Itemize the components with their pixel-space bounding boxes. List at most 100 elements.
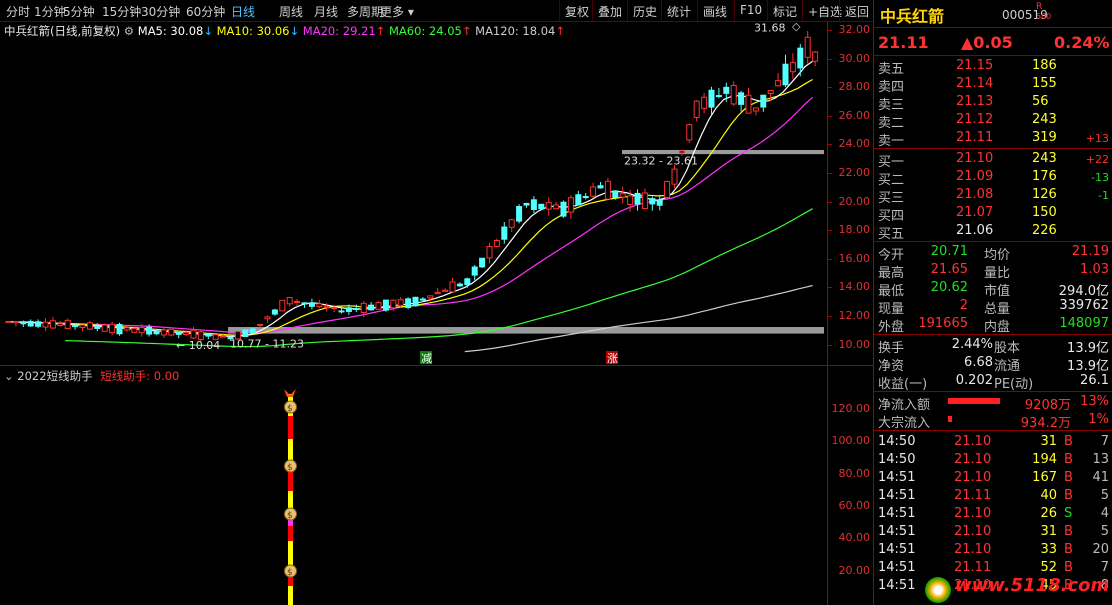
period-tab[interactable]: 多周期 [347,3,383,20]
bid-price: 21.06 [956,223,994,238]
signal-bar [288,491,293,509]
candle-body [701,96,708,109]
divider [874,334,1112,335]
price-tick: 30.00 [838,51,871,65]
candle-body [168,328,175,336]
trade-count: 5 [1100,524,1109,539]
fund-value: 0.202 [955,373,993,388]
toolbar-button[interactable]: 画线 [703,3,727,20]
stat-value: 1.03 [1080,262,1109,277]
toolbar-button[interactable]: 统计 [667,3,691,20]
ma-line [5,60,813,337]
trade-price: 21.10 [954,452,992,467]
collapse-icon[interactable]: ⌄ [4,369,14,383]
indicator-tick: 120.00 [831,402,871,415]
candle-body [693,100,700,118]
period-tab[interactable]: 周线 [279,3,303,20]
candle-body [456,283,463,287]
stat-value: 2 [959,298,968,313]
trade-side: S [1064,506,1073,521]
period-tab[interactable]: 月线 [314,3,338,20]
trade-side: B [1064,488,1073,503]
tick-mark [828,201,832,203]
fund-row: 净资 6.68 流通 13.9亿 [874,354,1112,374]
trade-side: B [1064,524,1073,539]
toolbar-button[interactable]: 叠加 [598,3,622,20]
toolbar-button[interactable]: 复权 [565,3,589,20]
tick-mark [828,173,832,174]
trade-count: 20 [1092,542,1109,557]
divider [874,27,1112,28]
candle-body [775,80,782,87]
bid-price: 21.08 [956,187,994,202]
toolbar-button[interactable]: 返回 [845,3,869,20]
candle-body [604,180,611,200]
candle-body [42,321,49,328]
candle-body [634,192,641,205]
bid-volume: 126 [1032,187,1057,202]
panel-divider [0,365,873,366]
candle-body [64,319,71,329]
stat-row: 最低 20.62 市值 294.0亿 [874,279,1112,299]
toolbar-button[interactable]: 标记 [773,3,797,20]
indicator-tick: 80.00 [838,466,871,480]
period-tab[interactable]: 5分钟 [63,3,95,20]
candle-body [153,330,160,335]
candle-body [575,194,582,206]
toolbar-button[interactable]: F10 [740,3,762,17]
tick-mark [828,30,832,31]
ask-row: 卖五 21.15 186 [874,57,1112,77]
stock-flag: R 500 [1036,3,1051,22]
period-tab[interactable]: 60分钟 [186,3,225,20]
period-tab[interactable]: 1分钟 [34,3,66,20]
period-tab[interactable]: 分时 [6,3,30,20]
candle-body [442,289,449,292]
bid-row: 买五 21.06 226 [874,222,1112,242]
candle-body [338,310,345,313]
tick-mark [828,87,832,89]
candle-body [205,333,212,337]
candle-body [612,190,619,198]
toolbar-separator [734,0,735,21]
period-toolbar: 分时 1分钟 5分钟 15分钟 30分钟 60分钟 日线 周线 月线 多周期 更多 ▾ 复权 叠加 历史统… [0,0,873,22]
period-tab[interactable]: 30分钟 [141,3,180,20]
candle-body [12,321,19,324]
candle-body [649,198,656,205]
ask-label: 卖一 [878,134,905,149]
toolbar-separator [767,0,768,21]
indicator-header: ⌄ 2022短线助手 短线助手: 0.00 [4,368,179,384]
indicator-value: 短线助手: 0.00 [100,369,180,383]
period-tab[interactable]: 15分钟 [102,3,141,20]
stat-value: 21.19 [1071,244,1109,259]
tick-mark [828,258,832,260]
candlestick-chart[interactable]: 31.68 ← 10.04 10.77 - 11.23 23.32 - 23.61 减 涨… [0,21,873,605]
candle-body [560,201,567,217]
money-bag-icon-glyph: $ [287,463,293,473]
candle-body [94,325,101,329]
tick-mark [828,316,832,317]
fund-label: PE(动) [994,377,1034,392]
candle-body [745,94,752,114]
ask-price: 21.13 [956,94,994,109]
trade-count: 41 [1092,470,1109,485]
ma-line [65,208,813,348]
toolbar-button[interactable]: +自选 [808,3,842,20]
candle-body [257,323,264,326]
trade-time: 14:51 [878,470,916,485]
candle-body [752,107,759,112]
period-tab[interactable]: 更多 ▾ [380,3,414,20]
reduce-tag-text: 减 [421,352,432,365]
candle-body [27,320,34,327]
candle-body [353,308,360,311]
ask-change: +13 [1085,132,1109,145]
stat-label: 外盘 [878,320,905,335]
price-tick: 12.00 [838,309,871,322]
candle-body [220,335,227,338]
indicator-title[interactable]: 2022短线助手 [17,369,92,383]
trade-row: 14:50 21.10 194 B 13 [874,451,1112,469]
period-tab[interactable]: 日线 [231,3,255,20]
support-band [228,327,824,334]
toolbar-button[interactable]: 历史 [633,3,657,20]
divider [874,55,1112,56]
tick-mark [828,230,832,232]
